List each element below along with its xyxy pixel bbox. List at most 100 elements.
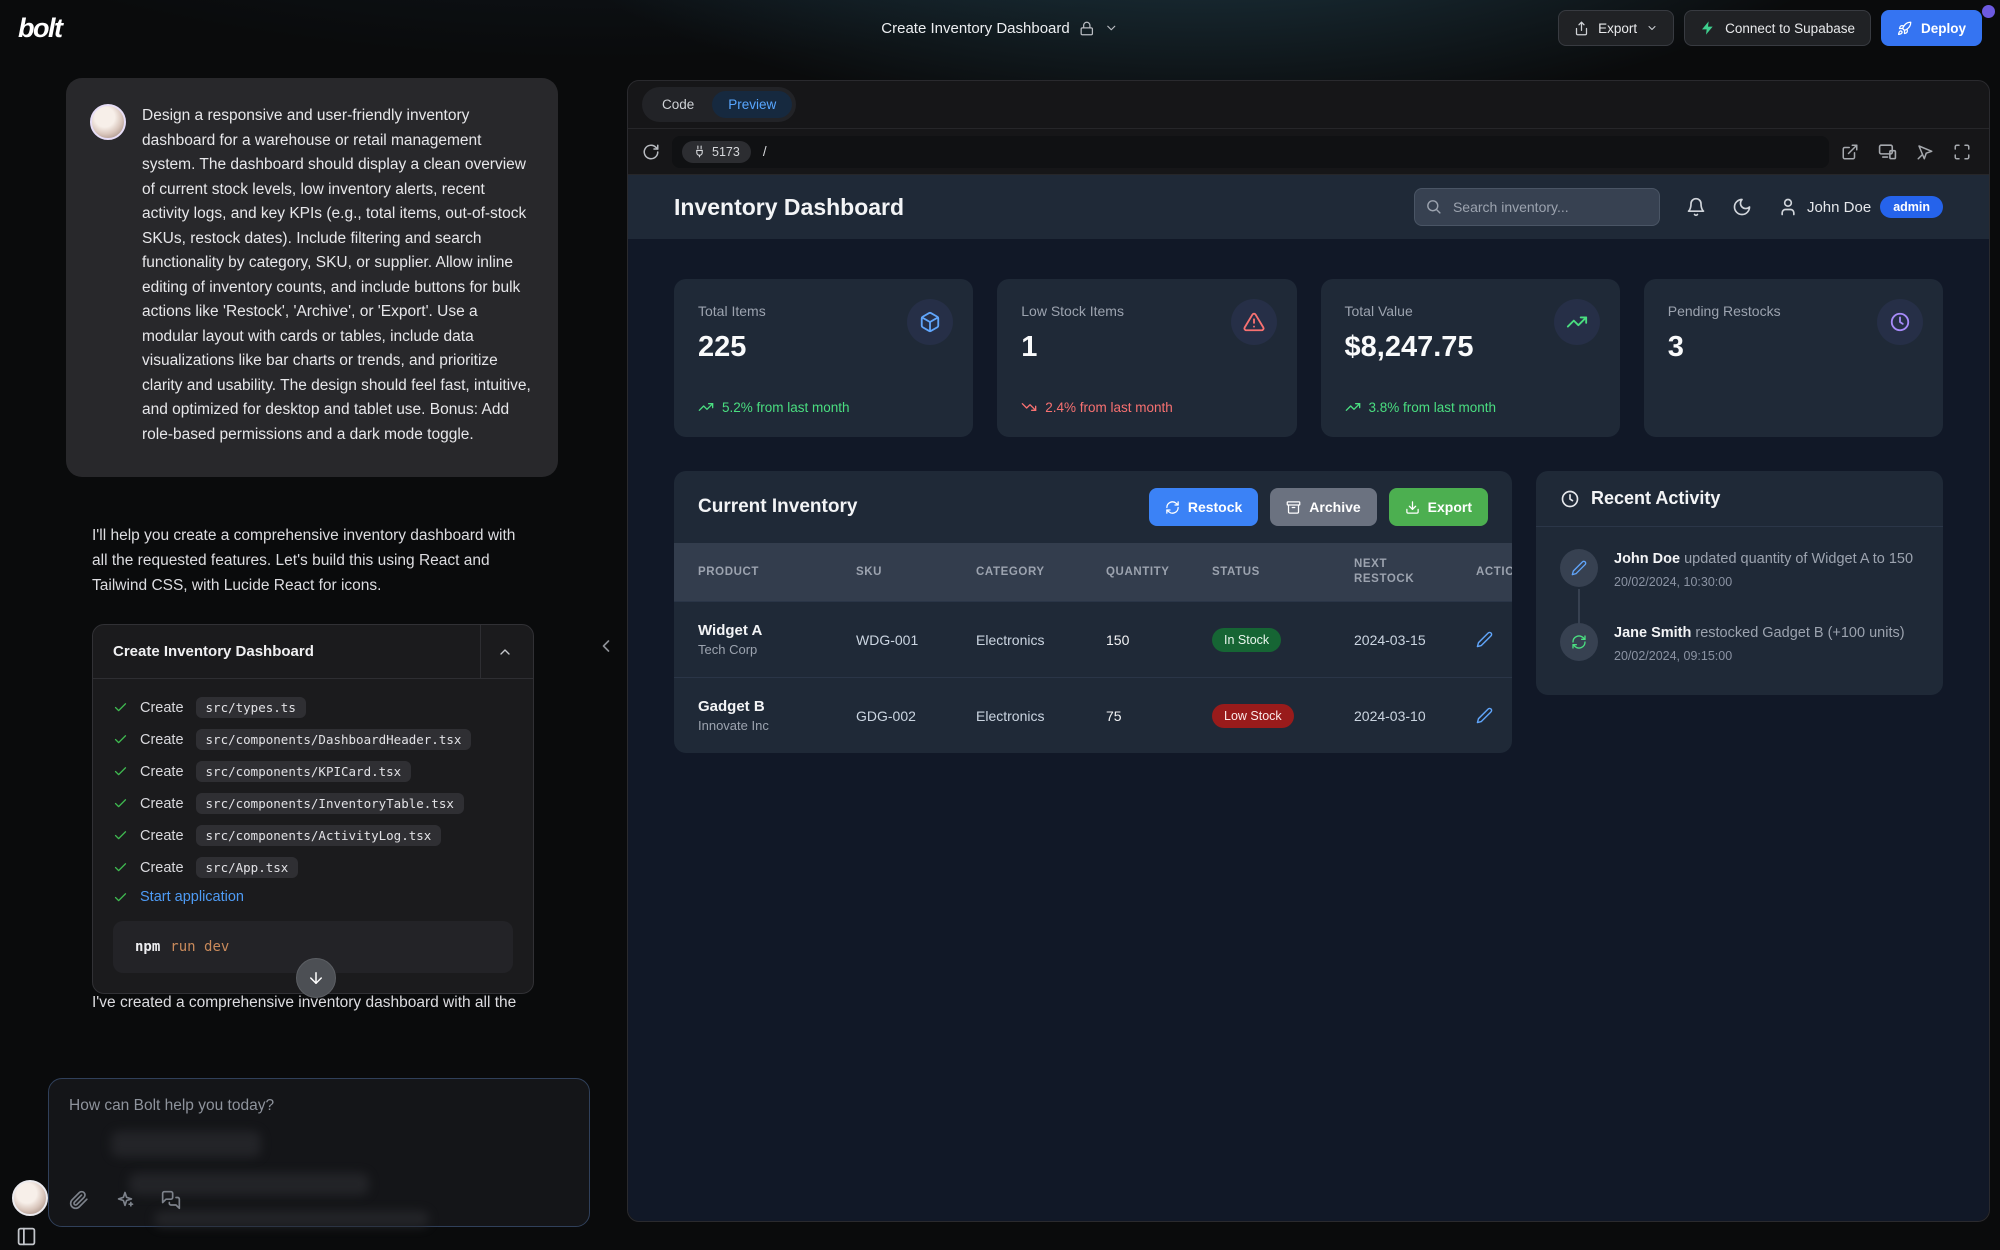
chevron-down-icon — [1646, 22, 1658, 34]
task-item: Create src/types.ts — [113, 697, 513, 718]
bell-icon[interactable] — [1686, 197, 1706, 217]
kpi-trend-text: 5.2% from last month — [722, 400, 850, 415]
column-next-restock: NEXT RESTOCK — [1354, 557, 1426, 587]
inspector-cursor-icon[interactable] — [1916, 143, 1934, 161]
paperclip-icon[interactable] — [69, 1190, 89, 1210]
url-input[interactable]: 5173 / — [672, 136, 1829, 168]
deploy-label: Deploy — [1921, 21, 1966, 36]
account-avatar[interactable] — [12, 1180, 48, 1216]
check-icon — [113, 796, 128, 811]
activity-entry: Jane Smith restocked Gadget B (+100 unit… — [1560, 623, 1919, 671]
export-button[interactable]: Export — [1558, 10, 1674, 46]
user-message: Design a responsive and user-friendly in… — [66, 78, 558, 477]
preview-actions — [1841, 142, 1975, 161]
sparkles-icon[interactable] — [115, 1190, 135, 1210]
redacted-text — [154, 1211, 429, 1227]
collapse-chat-button[interactable] — [596, 636, 616, 656]
chat-panel: Design a responsive and user-friendly in… — [66, 78, 558, 994]
top-bar: bolt Create Inventory Dashboard Export C… — [0, 0, 2000, 56]
kpi-card-total-items: Total Items 225 5.2% from last month — [674, 279, 973, 437]
archive-icon — [1286, 500, 1301, 515]
notification-dot — [1982, 5, 1995, 18]
user-prompt-text: Design a responsive and user-friendly in… — [142, 104, 532, 447]
task-action-label: Create — [140, 700, 184, 716]
rocket-icon — [1897, 21, 1912, 36]
assistant-intro-text: I'll help you create a comprehensive inv… — [92, 523, 534, 598]
lock-icon — [1080, 21, 1095, 36]
supabase-label: Connect to Supabase — [1725, 21, 1855, 36]
file-pill[interactable]: src/components/KPICard.tsx — [196, 761, 412, 782]
port-pill[interactable]: 5173 — [682, 141, 751, 163]
task-item: Create src/App.tsx — [113, 857, 513, 878]
file-pill[interactable]: src/components/DashboardHeader.tsx — [196, 729, 472, 750]
activity-title: Recent Activity — [1591, 488, 1720, 509]
task-item: Create src/components/ActivityLog.tsx — [113, 825, 513, 846]
archive-button[interactable]: Archive — [1270, 488, 1376, 526]
check-icon — [113, 732, 128, 747]
kpi-card-pending-restocks: Pending Restocks 3 — [1644, 279, 1943, 437]
chat-input-toolbar — [69, 1190, 181, 1210]
assistant-message: I'll help you create a comprehensive inv… — [92, 523, 534, 994]
task-item: Create src/components/DashboardHeader.ts… — [113, 729, 513, 750]
share-icon — [1574, 21, 1589, 36]
bulk-actions: Restock Archive Export — [1149, 488, 1488, 526]
check-icon — [113, 890, 128, 905]
connect-supabase-button[interactable]: Connect to Supabase — [1684, 10, 1871, 46]
port-number: 5173 — [712, 145, 740, 159]
project-title: Create Inventory Dashboard — [881, 20, 1069, 37]
tab-preview[interactable]: Preview — [712, 91, 792, 118]
package-icon — [907, 299, 953, 345]
chat-input-panel — [48, 1078, 590, 1227]
sidebar-toggle-icon[interactable] — [16, 1226, 37, 1247]
task-item-start: Start application — [113, 889, 513, 905]
activity-text: restocked Gadget B (+100 units) — [1695, 625, 1904, 641]
project-title-menu[interactable]: Create Inventory Dashboard — [881, 0, 1118, 56]
activity-user: John Doe — [1614, 551, 1680, 567]
task-item: Create src/components/InventoryTable.tsx — [113, 793, 513, 814]
search-input[interactable] — [1414, 188, 1660, 226]
quantity-cell[interactable]: 75 — [1106, 708, 1212, 724]
search-icon — [1425, 198, 1442, 215]
file-pill[interactable]: src/components/InventoryTable.tsx — [196, 793, 464, 814]
chevron-down-icon[interactable] — [1105, 21, 1119, 35]
devices-icon[interactable] — [1878, 142, 1897, 161]
task-item: Create src/components/KPICard.tsx — [113, 761, 513, 782]
supabase-icon — [1700, 20, 1716, 36]
fullscreen-icon[interactable] — [1953, 143, 1971, 161]
file-pill[interactable]: src/components/ActivityLog.tsx — [196, 825, 442, 846]
edit-row-button[interactable] — [1476, 707, 1493, 724]
next-restock-cell: 2024-03-15 — [1354, 632, 1476, 648]
chevron-up-icon[interactable] — [480, 625, 513, 678]
table-header-row: PRODUCT SKU CATEGORY QUANTITY STATUS NEX… — [674, 543, 1512, 601]
restock-button[interactable]: Restock — [1149, 488, 1258, 526]
dark-mode-toggle-icon[interactable] — [1732, 197, 1752, 217]
role-badge: admin — [1880, 196, 1943, 218]
workbench-panel: Code Preview 5173 / Inventory Dashboard — [627, 80, 1990, 1222]
sku-cell: GDG-002 — [856, 708, 976, 724]
timeline-connector — [1578, 589, 1580, 629]
reload-icon[interactable] — [642, 143, 660, 161]
inventory-search — [1414, 188, 1660, 226]
edit-row-button[interactable] — [1476, 631, 1493, 648]
next-restock-cell: 2024-03-10 — [1354, 708, 1476, 724]
kpi-trend: 2.4% from last month — [1021, 399, 1173, 415]
file-pill[interactable]: src/App.tsx — [196, 857, 299, 878]
quantity-cell[interactable]: 150 — [1106, 632, 1212, 648]
user-icon — [1778, 197, 1798, 217]
tab-code[interactable]: Code — [646, 91, 710, 118]
start-application-link[interactable]: Start application — [140, 889, 244, 905]
column-category: CATEGORY — [976, 566, 1106, 578]
user-menu[interactable]: John Doe admin — [1778, 196, 1943, 218]
command-args: run dev — [170, 939, 229, 955]
file-pill[interactable]: src/types.ts — [196, 697, 306, 718]
deploy-button[interactable]: Deploy — [1881, 10, 1982, 46]
assistant-followup-text: I've created a comprehensive inventory d… — [92, 990, 534, 1018]
preview-address-bar: 5173 / — [628, 129, 1989, 175]
clock-icon — [1877, 299, 1923, 345]
open-external-icon[interactable] — [1841, 143, 1859, 161]
chat-bubbles-icon[interactable] — [161, 1190, 181, 1210]
task-card-header[interactable]: Create Inventory Dashboard — [93, 625, 533, 679]
export-csv-button[interactable]: Export — [1389, 488, 1488, 526]
column-product: PRODUCT — [698, 566, 856, 578]
task-action-label: Create — [140, 764, 184, 780]
